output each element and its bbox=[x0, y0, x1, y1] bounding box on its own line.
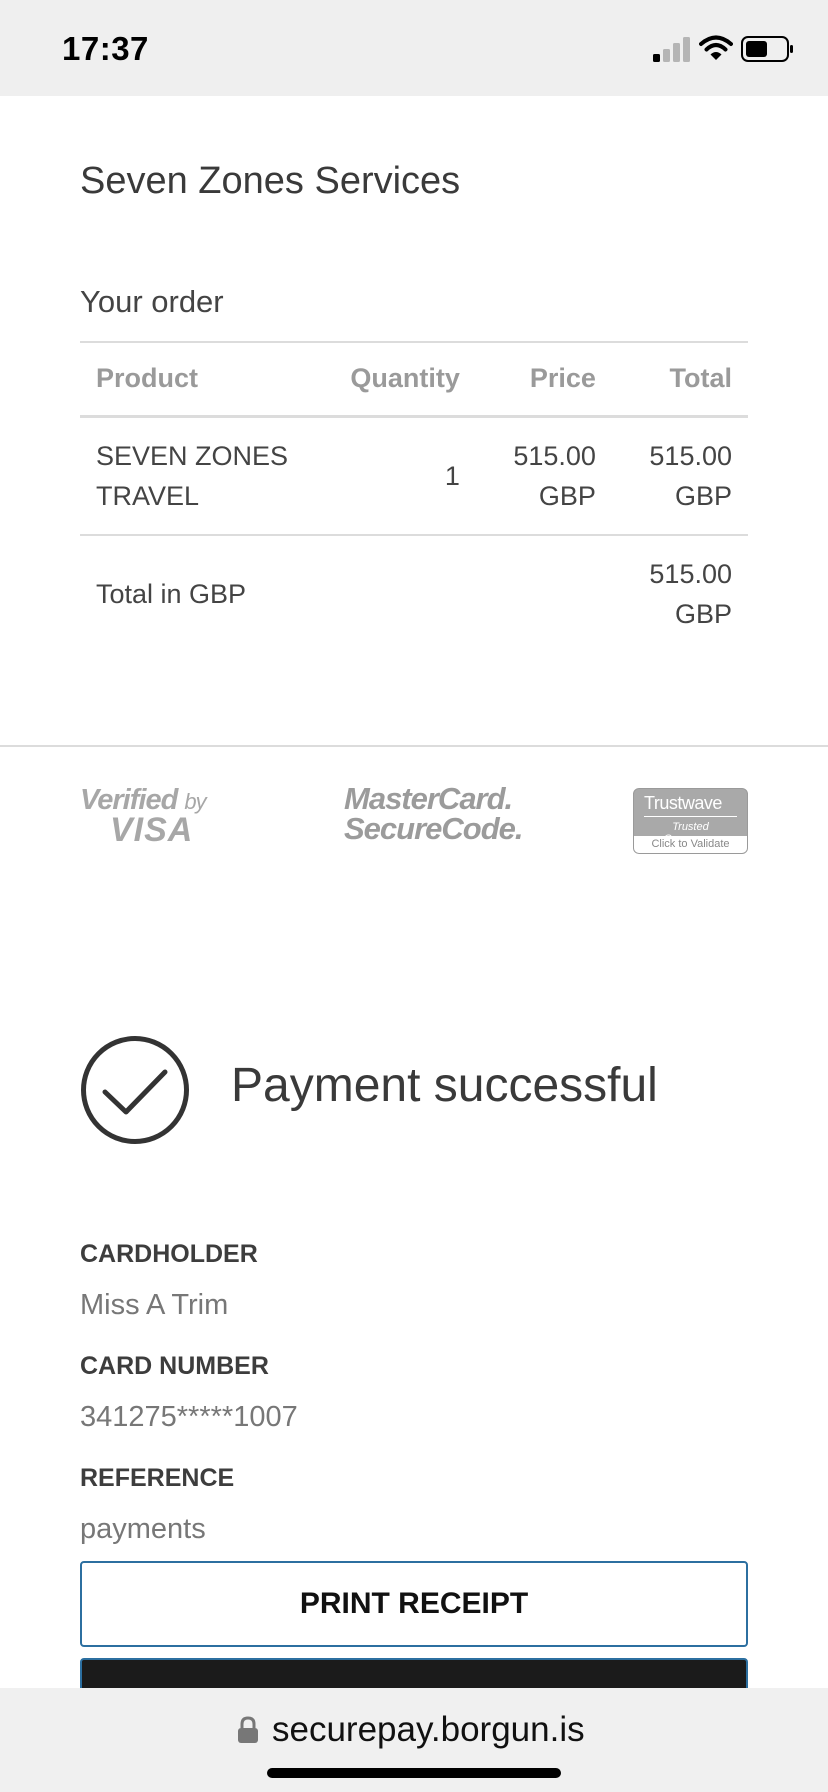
column-header-total: Total bbox=[611, 341, 748, 418]
column-header-product: Product bbox=[80, 341, 324, 418]
trustwave-name: Trustwave bbox=[644, 793, 722, 813]
order-table-header: Product Quantity Price Total bbox=[80, 341, 748, 418]
trustwave-seal[interactable]: Trustwave Trusted Commerce Click to Vali… bbox=[633, 788, 748, 854]
reference-label: REFERENCE bbox=[80, 1464, 235, 1492]
item-total: 515.00 GBP bbox=[611, 416, 748, 536]
order-table: Product Quantity Price Total SEVEN ZONES… bbox=[80, 341, 748, 652]
url-text[interactable]: securepay.borgun.is bbox=[272, 1710, 585, 1750]
section-divider bbox=[0, 745, 828, 747]
table-row: SEVEN ZONES TRAVEL 1 515.00 GBP 515.00 G… bbox=[80, 416, 748, 536]
merchant-name: Seven Zones Services bbox=[80, 160, 461, 202]
battery-icon bbox=[741, 36, 793, 62]
print-receipt-button[interactable]: PRINT RECEIPT bbox=[80, 1561, 748, 1647]
browser-url-bar[interactable]: securepay.borgun.is bbox=[0, 1688, 828, 1792]
wifi-icon bbox=[699, 35, 733, 60]
column-header-price: Price bbox=[475, 341, 612, 418]
order-total-row: Total in GBP 515.00 GBP bbox=[80, 535, 748, 652]
cardholder-value: Miss A Trim bbox=[80, 1289, 229, 1321]
cardholder-label: CARDHOLDER bbox=[80, 1240, 258, 1268]
trustwave-click-label: Click to Validate bbox=[634, 836, 747, 853]
payment-status: Payment successful bbox=[231, 1059, 658, 1112]
item-price: 515.00 GBP bbox=[475, 416, 612, 536]
home-indicator[interactable] bbox=[267, 1768, 561, 1778]
status-bar: 17:37 bbox=[0, 0, 828, 96]
column-header-quantity: Quantity bbox=[323, 341, 476, 418]
status-time: 17:37 bbox=[62, 30, 149, 67]
card-number-label: CARD NUMBER bbox=[80, 1352, 269, 1380]
lock-icon bbox=[238, 1716, 258, 1743]
order-heading: Your order bbox=[80, 284, 224, 319]
verified-by-visa-logo: Verified by VISA bbox=[80, 784, 207, 849]
reference-value: payments bbox=[80, 1513, 206, 1545]
order-total-value: 515.00 GBP bbox=[649, 558, 732, 629]
item-product: SEVEN ZONES TRAVEL bbox=[80, 416, 324, 536]
item-quantity: 1 bbox=[323, 416, 476, 536]
mastercard-securecode-logo: MasterCard. SecureCode. bbox=[344, 781, 524, 846]
checkmark-circle-icon bbox=[81, 1036, 189, 1144]
order-total-label: Total in GBP bbox=[96, 578, 247, 609]
cellular-signal-icon bbox=[653, 37, 690, 62]
card-number-value: 341275*****1007 bbox=[80, 1401, 298, 1433]
